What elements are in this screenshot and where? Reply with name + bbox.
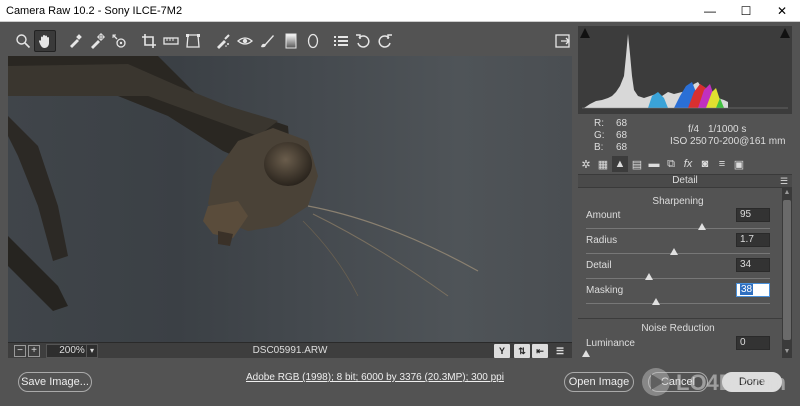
close-window-button[interactable]: ✕	[764, 0, 800, 22]
amount-label: Amount	[586, 210, 621, 221]
scroll-down-icon[interactable]: ▼	[783, 348, 791, 356]
window-title: Camera Raw 10.2 - Sony ILCE-7M2	[6, 5, 183, 17]
copy-settings-icon[interactable]: ⇤	[532, 344, 548, 358]
panel-title: Detail	[578, 174, 792, 188]
basic-tab-aperture-icon[interactable]: ✲	[578, 156, 594, 172]
masking-slider-thumb[interactable]	[651, 298, 660, 305]
bottom-bar: Save Image... Adobe RGB (1998); 8 bit; 6…	[0, 358, 800, 406]
panel-menu-icon[interactable]: ☰	[780, 176, 790, 186]
open-image-button[interactable]: Open Image	[564, 372, 634, 392]
rgb-readout: R: 68 G: 68 B: 68 f/4 1/1000 s ISO 250 70-2…	[578, 114, 792, 154]
preying-mantis-photo	[8, 56, 479, 311]
masking-input[interactable]: 38	[736, 283, 770, 297]
preferences-icon[interactable]	[330, 30, 352, 52]
radius-slider-thumb[interactable]	[670, 248, 679, 255]
r-label: R:	[594, 118, 604, 129]
cancel-button[interactable]: Cancel	[648, 372, 708, 392]
amount-slider-track[interactable]	[586, 228, 770, 229]
luminance-input[interactable]: 0	[736, 336, 770, 350]
hsl-tab-icon[interactable]: ▤	[629, 156, 645, 172]
panel-tabs: ✲ ▦ ▲ ▤ ▬ ⧉ fx ◙ ≡ ▣	[578, 156, 792, 174]
amount-input[interactable]: 95	[736, 208, 770, 222]
rotate-cw-icon[interactable]	[374, 30, 396, 52]
save-image-button[interactable]: Save Image...	[18, 372, 92, 392]
shadow-clipping-warning-icon[interactable]	[580, 28, 590, 38]
toolbar	[8, 30, 572, 54]
snapshots-tab-icon[interactable]: ▣	[731, 156, 747, 172]
graduated-filter-icon[interactable]	[280, 30, 302, 52]
iso-label: ISO 250	[670, 136, 707, 147]
filename-label: DSC05991.ARW	[252, 345, 328, 356]
masking-label: Masking	[586, 285, 624, 296]
crop-icon[interactable]	[138, 30, 160, 52]
zoom-icon[interactable]	[12, 30, 34, 52]
shutter-label: 1/1000 s	[708, 124, 747, 135]
right-panel: R: 68 G: 68 B: 68 f/4 1/1000 s ISO 250 70-2…	[578, 22, 800, 358]
highlight-clipping-warning-icon[interactable]	[780, 28, 790, 38]
rotate-ccw-icon[interactable]	[352, 30, 374, 52]
masking-slider-track[interactable]	[586, 303, 770, 304]
maximize-button[interactable]: ☐	[728, 0, 764, 22]
hand-icon[interactable]	[34, 30, 56, 52]
presets-tab-icon[interactable]: ≡	[714, 156, 730, 172]
transform-icon[interactable]	[182, 30, 204, 52]
workflow-options-link[interactable]: Adobe RGB (1998); 8 bit; 6000 by 3376 (2…	[210, 372, 540, 383]
color-sampler-icon[interactable]	[86, 30, 108, 52]
histogram	[578, 26, 792, 114]
preview-preferences-icon[interactable]: ☰	[552, 344, 568, 358]
before-after-y-button[interactable]: Y	[494, 344, 510, 358]
split-toning-tab-icon[interactable]: ▬	[646, 156, 662, 172]
g-label: G:	[594, 130, 605, 141]
panel-scrollbar[interactable]: ▲ ▼	[782, 188, 792, 358]
straighten-icon[interactable]	[160, 30, 182, 52]
detail-tab-mountains-icon[interactable]: ▲	[612, 156, 628, 172]
noise-reduction-title: Noise Reduction	[641, 323, 715, 334]
red-eye-icon[interactable]	[234, 30, 256, 52]
radius-input[interactable]: 1.7	[736, 233, 770, 247]
sharpening-title: Sharpening	[652, 196, 704, 207]
lens-label: 70-200@161 mm	[708, 136, 786, 147]
done-button[interactable]: Done	[722, 372, 782, 392]
b-value: 68	[616, 142, 628, 153]
b-label: B:	[594, 142, 604, 153]
adjustment-brush-icon[interactable]	[256, 30, 278, 52]
effects-tab-fx-icon[interactable]: fx	[680, 156, 696, 172]
lens-corrections-tab-icon[interactable]: ⧉	[663, 156, 679, 172]
fullscreen-toggle-icon[interactable]	[552, 30, 574, 52]
spot-removal-icon[interactable]	[212, 30, 234, 52]
radial-filter-icon[interactable]	[302, 30, 324, 52]
targeted-adjustment-icon[interactable]	[108, 30, 130, 52]
scrollbar-thumb[interactable]	[783, 200, 791, 340]
masking-value-selected: 38	[740, 284, 754, 295]
image-statusbar: − + 200% ▾ DSC05991.ARW Y ⇅ ⇤ ☰	[8, 342, 572, 358]
radius-label: Radius	[586, 235, 618, 246]
histogram-graph	[582, 34, 788, 109]
tone-curve-tab-icon[interactable]: ▦	[595, 156, 611, 172]
luminance-label: Luminance	[586, 338, 635, 349]
scroll-up-icon[interactable]: ▲	[783, 189, 791, 197]
window-titlebar: Camera Raw 10.2 - Sony ILCE-7M2 — ☐ ✕	[0, 0, 800, 22]
amount-slider-thumb[interactable]	[697, 223, 706, 230]
white-balance-icon[interactable]	[64, 30, 86, 52]
r-value: 68	[616, 118, 628, 129]
section-divider	[578, 318, 782, 319]
camera-raw-app: − + 200% ▾ DSC05991.ARW Y ⇅ ⇤ ☰ R: 68 G:…	[0, 22, 800, 406]
image-preview[interactable]	[8, 56, 572, 342]
luminance-slider-thumb[interactable]	[582, 350, 590, 357]
detail-label: Detail	[586, 260, 612, 271]
swap-before-after-icon[interactable]: ⇅	[514, 344, 530, 358]
g-value: 68	[616, 130, 628, 141]
aperture-label: f/4	[688, 124, 700, 135]
detail-slider-thumb[interactable]	[644, 273, 653, 280]
camera-calibration-tab-icon[interactable]: ◙	[697, 156, 713, 172]
detail-slider-track[interactable]	[586, 278, 770, 279]
minimize-button[interactable]: —	[692, 0, 728, 22]
detail-input[interactable]: 34	[736, 258, 770, 272]
